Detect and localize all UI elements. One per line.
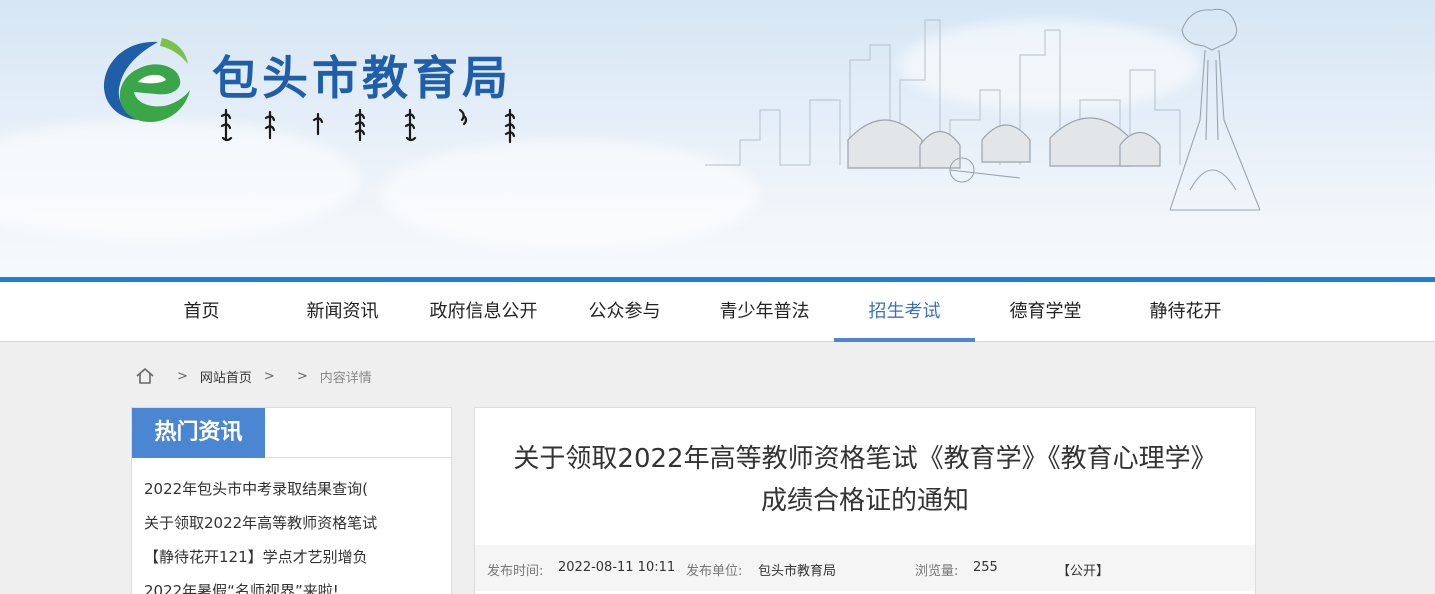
hot-news-item[interactable]: 【静待花开121】学点才艺别增负 — [144, 546, 444, 580]
publish-time-label: 发布时间: — [487, 564, 544, 579]
nav-item-moral-education[interactable]: 德育学堂 — [975, 282, 1116, 342]
site-name[interactable]: 包头市教育局 — [212, 42, 512, 108]
breadcrumb-home-link[interactable]: 网站首页 — [200, 367, 252, 386]
breadcrumb-current: 内容详情 — [319, 370, 372, 386]
nav-item-blooming[interactable]: 静待花开 — [1115, 282, 1256, 342]
nav-item-home[interactable]: 首页 — [131, 282, 272, 342]
education-bureau-logo-icon[interactable] — [100, 38, 194, 124]
hot-news-list: 2022年包头市中考录取结果查询( 关于领取2022年高等教师资格笔试 【静待花… — [144, 478, 444, 594]
article-panel: 关于领取2022年高等教师资格笔试《教育学》《教育心理学》 成绩合格证的通知 发… — [474, 407, 1256, 594]
visibility-tag: 【公开】 — [1057, 564, 1110, 579]
article-title-line: 成绩合格证的通知 — [760, 486, 969, 516]
views-label: 浏览量: — [915, 564, 959, 579]
publisher-label: 发布单位: — [686, 564, 743, 579]
breadcrumb-separator: > — [263, 368, 275, 384]
hot-news-item[interactable]: 关于领取2022年高等教师资格笔试 — [144, 512, 444, 546]
nav-item-gov-info[interactable]: 政府信息公开 — [413, 282, 554, 342]
nav-item-public-participation[interactable]: 公众参与 — [554, 282, 695, 342]
sidebar-title: 热门资讯 — [132, 408, 265, 458]
city-skyline-illustration — [705, 8, 1261, 211]
publisher-value: 包头市教育局 — [758, 564, 837, 579]
breadcrumb: > 网站首页 > > 内容详情 — [135, 364, 372, 388]
nav-item-admissions-exams[interactable]: 招生考试 — [834, 282, 975, 342]
hot-news-sidebar: 热门资讯 2022年包头市中考录取结果查询( 关于领取2022年高等教师资格笔试… — [131, 407, 453, 594]
nav-item-youth-law[interactable]: 青少年普法 — [694, 282, 835, 342]
article-meta-bar: 发布时间: 2022-08-11 10:11 发布单位: 包头市教育局 浏览量:… — [475, 545, 1255, 591]
home-icon[interactable] — [135, 366, 155, 386]
hot-news-item[interactable]: 2022年包头市中考录取结果查询( — [144, 478, 444, 512]
sidebar-header: 热门资讯 — [132, 408, 453, 458]
publish-time-value: 2022-08-11 10:11 — [558, 560, 676, 575]
article-title: 关于领取2022年高等教师资格笔试《教育学》《教育心理学》 成绩合格证的通知 — [475, 438, 1255, 522]
nav-item-news[interactable]: 新闻资讯 — [272, 282, 413, 342]
header-banner: 包头市教育局 — [0, 0, 1435, 279]
views-count: 255 — [973, 560, 998, 575]
article-title-line: 关于领取2022年高等教师资格笔试《教育学》《教育心理学》 — [513, 444, 1217, 474]
breadcrumb-separator: > — [177, 368, 188, 384]
mongolian-name-graphic — [220, 108, 516, 144]
hot-news-item[interactable]: 2022年暑假“名师视界”来啦! — [144, 580, 444, 594]
breadcrumb-separator: > — [296, 368, 308, 384]
main-nav: 首页 新闻资讯 政府信息公开 公众参与 青少年普法 招生考试 德育学堂 静待花开 — [0, 282, 1435, 342]
